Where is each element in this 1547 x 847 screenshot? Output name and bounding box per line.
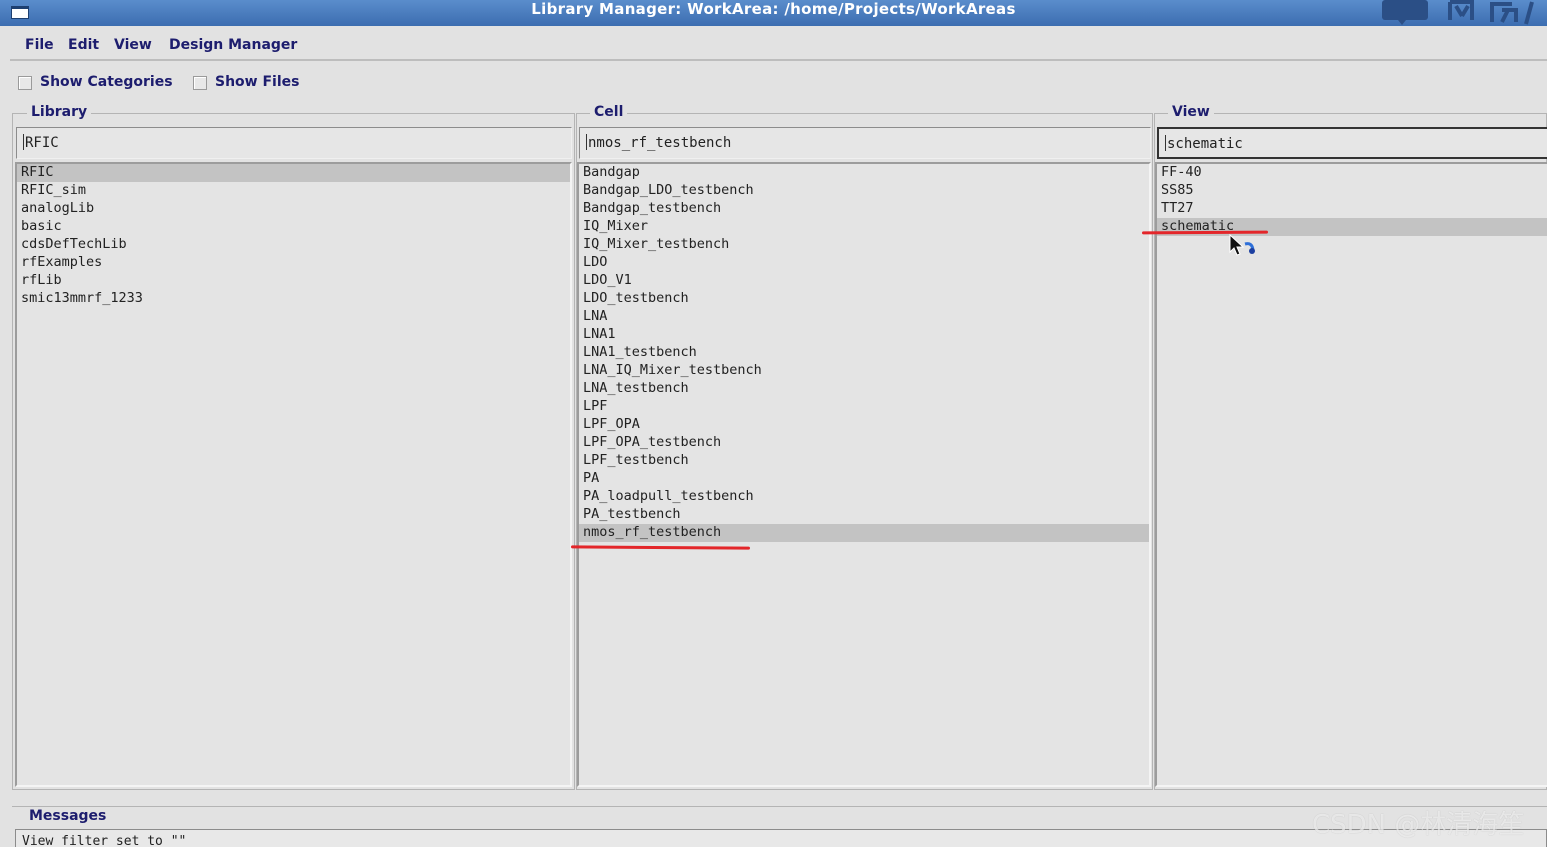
show-files-checkbox[interactable] bbox=[193, 76, 207, 90]
view-list-item[interactable]: TT27 bbox=[1157, 200, 1547, 218]
library-list-item[interactable]: smic13mmrf_1233 bbox=[17, 290, 570, 308]
library-list-item[interactable]: rfExamples bbox=[17, 254, 570, 272]
view-list[interactable]: FF-40 SS85 TT27 schematic bbox=[1155, 162, 1547, 787]
cell-label: Cell bbox=[590, 104, 628, 120]
cell-list-item[interactable]: Bandgap bbox=[579, 164, 1149, 182]
cell-list-item[interactable]: LNA1_testbench bbox=[579, 344, 1149, 362]
menu-bar: File Edit View Design Manager bbox=[10, 31, 1547, 61]
cell-list-item[interactable]: PA_testbench bbox=[579, 506, 1149, 524]
messages-label: Messages bbox=[25, 808, 111, 824]
menu-file[interactable]: File bbox=[25, 37, 54, 53]
cell-list-item[interactable]: LPF bbox=[579, 398, 1149, 416]
library-list-item[interactable]: cdsDefTechLib bbox=[17, 236, 570, 254]
mouse-cursor-icon bbox=[1229, 234, 1255, 256]
cell-list-item[interactable]: nmos_rf_testbench bbox=[579, 524, 1149, 542]
view-label: View bbox=[1168, 104, 1214, 120]
library-list-item[interactable]: RFIC_sim bbox=[17, 182, 570, 200]
cell-list-item[interactable]: IQ_Mixer bbox=[579, 218, 1149, 236]
cell-list-item[interactable]: LPF_OPA_testbench bbox=[579, 434, 1149, 452]
library-list-item[interactable]: rfLib bbox=[17, 272, 570, 290]
show-categories-option[interactable]: Show Categories bbox=[18, 73, 178, 93]
cell-list-item[interactable]: LNA_testbench bbox=[579, 380, 1149, 398]
library-label: Library bbox=[27, 104, 92, 120]
cell-list-item[interactable]: LNA_IQ_Mixer_testbench bbox=[579, 362, 1149, 380]
library-filter-value: RFIC bbox=[25, 135, 59, 151]
cell-list[interactable]: Bandgap Bandgap_LDO_testbench Bandgap_test… bbox=[577, 162, 1151, 787]
cell-filter-value: nmos_rf_testbench bbox=[588, 135, 732, 151]
view-list-item[interactable]: SS85 bbox=[1157, 182, 1547, 200]
menu-view[interactable]: View bbox=[114, 37, 152, 53]
show-categories-label: Show Categories bbox=[40, 74, 173, 90]
show-files-option[interactable]: Show Files bbox=[193, 73, 313, 93]
view-list-item[interactable]: FF-40 bbox=[1157, 164, 1547, 182]
window-title: Library Manager: WorkArea: /home/Project… bbox=[531, 0, 1016, 18]
library-list-item[interactable]: analogLib bbox=[17, 200, 570, 218]
show-files-label: Show Files bbox=[215, 74, 300, 90]
library-filter-input[interactable]: RFIC bbox=[16, 127, 572, 159]
overlay-logo-icon bbox=[1382, 0, 1534, 25]
cell-list-item[interactable]: LPF_OPA bbox=[579, 416, 1149, 434]
view-filter-input[interactable]: schematic bbox=[1157, 127, 1547, 159]
menu-edit[interactable]: Edit bbox=[68, 37, 99, 53]
show-categories-checkbox[interactable] bbox=[18, 76, 32, 90]
cell-list-item[interactable]: LDO bbox=[579, 254, 1149, 272]
view-filter-value: schematic bbox=[1167, 136, 1243, 152]
title-bar: Library Manager: WorkArea: /home/Project… bbox=[0, 0, 1547, 26]
library-list[interactable]: RFIC RFIC_sim analogLib basic cdsDefTechLib r… bbox=[15, 162, 572, 787]
cell-list-item[interactable]: LDO_testbench bbox=[579, 290, 1149, 308]
library-list-item[interactable]: RFIC bbox=[17, 164, 570, 182]
text-cursor bbox=[586, 134, 587, 150]
cell-list-item[interactable]: LPF_testbench bbox=[579, 452, 1149, 470]
cell-list-item[interactable]: LNA1 bbox=[579, 326, 1149, 344]
menu-design-manager[interactable]: Design Manager bbox=[169, 37, 297, 53]
cell-list-item[interactable]: PA_loadpull_testbench bbox=[579, 488, 1149, 506]
text-cursor bbox=[1165, 135, 1166, 151]
library-list-item[interactable]: basic bbox=[17, 218, 570, 236]
cell-list-item[interactable]: PA bbox=[579, 470, 1149, 488]
watermark: CSDN @林清海笙 bbox=[1312, 810, 1525, 840]
cell-list-item[interactable]: LNA bbox=[579, 308, 1149, 326]
cell-list-item[interactable]: IQ_Mixer_testbench bbox=[579, 236, 1149, 254]
cell-list-item[interactable]: LDO_V1 bbox=[579, 272, 1149, 290]
cell-filter-input[interactable]: nmos_rf_testbench bbox=[579, 127, 1151, 159]
text-cursor bbox=[23, 134, 24, 150]
cell-list-item[interactable]: Bandgap_LDO_testbench bbox=[579, 182, 1149, 200]
cell-list-item[interactable]: Bandgap_testbench bbox=[579, 200, 1149, 218]
